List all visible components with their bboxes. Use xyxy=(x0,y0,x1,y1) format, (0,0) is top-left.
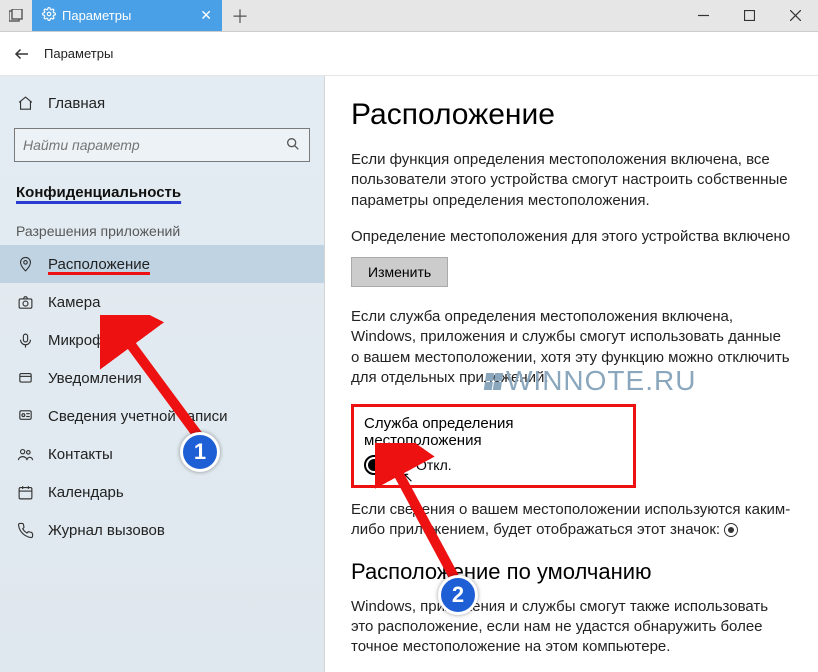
microphone-icon xyxy=(16,331,34,349)
device-location-status: Определение местоположения для этого уст… xyxy=(351,227,792,247)
sidebar-item-location[interactable]: Расположение xyxy=(0,245,324,283)
account-icon xyxy=(16,407,34,425)
location-service-toggle-block: Служба определения местоположения ↖ Откл… xyxy=(351,404,636,488)
sidebar-item-label: Уведомления xyxy=(48,370,142,387)
search-input[interactable] xyxy=(23,137,285,153)
notification-icon xyxy=(16,369,34,387)
tab-close-icon[interactable]: ✕ xyxy=(200,7,212,24)
content-pane: Расположение Если функция определения ме… xyxy=(325,76,818,672)
titlebar: Параметры ✕ ＋ xyxy=(0,0,818,32)
taskview-icon[interactable] xyxy=(0,0,32,31)
contacts-icon xyxy=(16,445,34,463)
camera-icon xyxy=(16,293,34,311)
sidebar-item-notifications[interactable]: Уведомления xyxy=(0,359,324,397)
sidebar-item-label: Расположение xyxy=(48,256,150,273)
call-history-icon xyxy=(16,521,34,539)
sidebar-item-calendar[interactable]: Календарь xyxy=(0,473,324,511)
sidebar-item-call-history[interactable]: Журнал вызовов xyxy=(0,511,324,549)
search-box[interactable] xyxy=(14,128,310,162)
service-description: Если служба определения местоположения в… xyxy=(351,307,792,388)
sidebar-item-label: Микрофон xyxy=(48,332,121,349)
topbar: Параметры xyxy=(0,32,818,76)
sidebar-item-label: Контакты xyxy=(48,446,113,463)
calendar-icon xyxy=(16,483,34,501)
sidebar-item-home[interactable]: Главная xyxy=(0,84,324,122)
cursor-icon: ↖ xyxy=(402,469,414,486)
sidebar-subheading: Разрешения приложений xyxy=(0,209,324,245)
annotation-badge-1: 1 xyxy=(180,432,220,472)
breadcrumb: Параметры xyxy=(44,46,113,61)
sidebar-item-microphone[interactable]: Микрофон xyxy=(0,321,324,359)
minimize-button[interactable] xyxy=(680,0,726,31)
sidebar-item-label: Сведения учетной записи xyxy=(48,408,228,425)
window-controls xyxy=(680,0,818,31)
intro-text: Если функция определения местоположения … xyxy=(351,150,792,211)
maximize-button[interactable] xyxy=(726,0,772,31)
close-button[interactable] xyxy=(772,0,818,31)
toggle-label: Служба определения местоположения xyxy=(364,415,623,449)
sidebar-item-label: Календарь xyxy=(48,484,124,501)
change-button[interactable]: Изменить xyxy=(351,257,448,287)
page-title: Расположение xyxy=(351,98,792,132)
home-icon xyxy=(16,94,34,112)
back-button[interactable] xyxy=(0,32,44,76)
sidebar-heading-privacy: Конфиденциальность xyxy=(0,176,324,209)
toggle-state-text: Откл. xyxy=(416,457,452,473)
tab-label: Параметры xyxy=(62,8,131,23)
sidebar-item-label: Главная xyxy=(48,95,105,112)
usage-icon-text: Если сведения о вашем местоположении исп… xyxy=(351,500,792,541)
gear-icon xyxy=(42,7,56,24)
annotation-badge-2: 2 xyxy=(438,575,478,615)
sidebar-item-label: Камера xyxy=(48,294,100,311)
location-service-toggle[interactable]: ↖ xyxy=(364,455,406,475)
sidebar-item-camera[interactable]: Камера xyxy=(0,283,324,321)
sidebar-item-label: Журнал вызовов xyxy=(48,522,165,539)
search-icon xyxy=(285,136,301,155)
location-usage-icon xyxy=(724,523,738,537)
default-location-heading: Расположение по умолчанию xyxy=(351,559,792,585)
sidebar-item-contacts[interactable]: Контакты xyxy=(0,435,324,473)
sidebar-item-account[interactable]: Сведения учетной записи xyxy=(0,397,324,435)
new-tab-button[interactable]: ＋ xyxy=(222,0,258,31)
location-icon xyxy=(16,255,34,273)
active-tab[interactable]: Параметры ✕ xyxy=(32,0,222,31)
sidebar: Главная Конфиденциальность Разрешения пр… xyxy=(0,76,325,672)
default-location-text: Windows, приложения и службы смогут такж… xyxy=(351,597,792,658)
